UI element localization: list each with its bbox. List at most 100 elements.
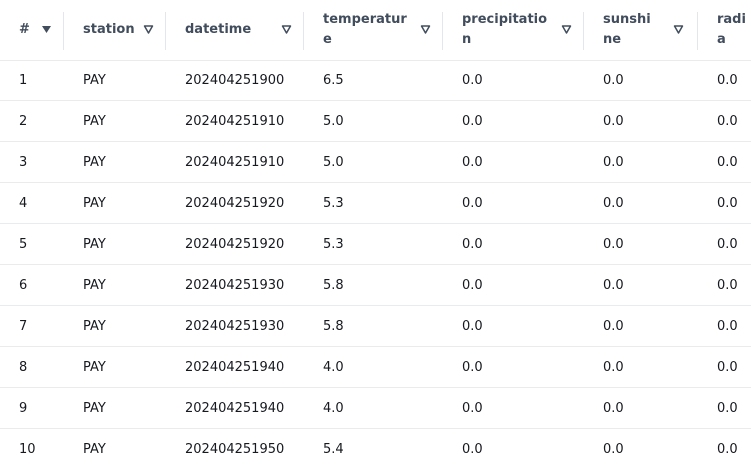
cell-datetime: 202404251920	[166, 182, 304, 224]
cell-datetime: 202404251940	[166, 346, 304, 388]
sort-icon[interactable]	[561, 24, 572, 35]
cell-radiation: 0.0	[698, 305, 751, 347]
cell-radiation: 0.0	[698, 182, 751, 224]
column-header-sunshine[interactable]: sunshine	[584, 0, 698, 61]
cell-datetime: 202404251910	[166, 141, 304, 183]
results-table-container: # station datetime temperature precipita…	[0, 0, 751, 468]
cell-datetime: 202404251940	[166, 387, 304, 429]
cell-row-number: 5	[0, 223, 64, 265]
column-header-label: sunshine	[603, 12, 651, 47]
cell-radiation: 0.0	[698, 60, 751, 101]
cell-radiation: 0.0	[698, 346, 751, 388]
cell-precipitation: 0.0	[443, 100, 584, 142]
cell-sunshine: 0.0	[584, 305, 698, 347]
column-header-radiation[interactable]: radia	[698, 0, 751, 61]
cell-temperature: 5.4	[304, 428, 443, 468]
cell-station: PAY	[64, 346, 166, 388]
cell-radiation: 0.0	[698, 387, 751, 429]
cell-datetime: 202404251920	[166, 223, 304, 265]
column-header-label: temperature	[323, 12, 407, 47]
cell-station: PAY	[64, 141, 166, 183]
cell-precipitation: 0.0	[443, 60, 584, 101]
column-header-label: #	[19, 22, 30, 37]
cell-datetime: 202404251930	[166, 305, 304, 347]
cell-station: PAY	[64, 264, 166, 306]
table-row[interactable]: 10 PAY 202404251950 5.4 0.0 0.0 0.0	[0, 428, 751, 468]
cell-row-number: 4	[0, 182, 64, 224]
table-row[interactable]: 5 PAY 202404251920 5.3 0.0 0.0 0.0	[0, 223, 751, 265]
table-row[interactable]: 7 PAY 202404251930 5.8 0.0 0.0 0.0	[0, 305, 751, 347]
cell-sunshine: 0.0	[584, 264, 698, 306]
table-row[interactable]: 3 PAY 202404251910 5.0 0.0 0.0 0.0	[0, 141, 751, 183]
cell-row-number: 10	[0, 428, 64, 468]
cell-station: PAY	[64, 428, 166, 468]
cell-temperature: 4.0	[304, 387, 443, 429]
cell-sunshine: 0.0	[584, 100, 698, 142]
cell-precipitation: 0.0	[443, 182, 584, 224]
column-header-temperature[interactable]: temperature	[304, 0, 443, 61]
cell-row-number: 2	[0, 100, 64, 142]
cell-radiation: 0.0	[698, 223, 751, 265]
cell-radiation: 0.0	[698, 141, 751, 183]
cell-datetime: 202404251900	[166, 60, 304, 101]
cell-sunshine: 0.0	[584, 387, 698, 429]
cell-sunshine: 0.0	[584, 428, 698, 468]
cell-datetime: 202404251950	[166, 428, 304, 468]
column-header-station[interactable]: station	[64, 0, 166, 61]
cell-sunshine: 0.0	[584, 223, 698, 265]
cell-station: PAY	[64, 305, 166, 347]
cell-station: PAY	[64, 223, 166, 265]
cell-precipitation: 0.0	[443, 141, 584, 183]
cell-datetime: 202404251910	[166, 100, 304, 142]
column-header-label: radia	[717, 12, 746, 47]
table-header: # station datetime temperature precipita…	[0, 0, 751, 61]
cell-radiation: 0.0	[698, 264, 751, 306]
column-header-datetime[interactable]: datetime	[166, 0, 304, 61]
cell-row-number: 1	[0, 60, 64, 101]
sort-icon[interactable]	[281, 24, 292, 35]
cell-radiation: 0.0	[698, 100, 751, 142]
cell-precipitation: 0.0	[443, 346, 584, 388]
table-row[interactable]: 6 PAY 202404251930 5.8 0.0 0.0 0.0	[0, 264, 751, 306]
cell-temperature: 4.0	[304, 346, 443, 388]
cell-temperature: 5.3	[304, 182, 443, 224]
header-row: # station datetime temperature precipita…	[0, 0, 751, 61]
sort-icon[interactable]	[420, 24, 431, 35]
cell-temperature: 5.8	[304, 264, 443, 306]
cell-precipitation: 0.0	[443, 387, 584, 429]
cell-station: PAY	[64, 60, 166, 101]
cell-temperature: 5.0	[304, 100, 443, 142]
cell-row-number: 7	[0, 305, 64, 347]
results-table: # station datetime temperature precipita…	[0, 0, 751, 468]
cell-row-number: 3	[0, 141, 64, 183]
cell-radiation: 0.0	[698, 428, 751, 468]
column-header-label: station	[83, 22, 135, 37]
cell-precipitation: 0.0	[443, 428, 584, 468]
cell-sunshine: 0.0	[584, 60, 698, 101]
table-row[interactable]: 1 PAY 202404251900 6.5 0.0 0.0 0.0	[0, 60, 751, 101]
cell-row-number: 9	[0, 387, 64, 429]
sort-icon[interactable]	[673, 24, 684, 35]
table-row[interactable]: 2 PAY 202404251910 5.0 0.0 0.0 0.0	[0, 100, 751, 142]
cell-sunshine: 0.0	[584, 141, 698, 183]
column-header-label: datetime	[185, 22, 252, 37]
cell-precipitation: 0.0	[443, 264, 584, 306]
table-row[interactable]: 4 PAY 202404251920 5.3 0.0 0.0 0.0	[0, 182, 751, 224]
cell-precipitation: 0.0	[443, 305, 584, 347]
cell-temperature: 5.3	[304, 223, 443, 265]
cell-temperature: 5.8	[304, 305, 443, 347]
cell-precipitation: 0.0	[443, 223, 584, 265]
cell-datetime: 202404251930	[166, 264, 304, 306]
cell-station: PAY	[64, 182, 166, 224]
cell-temperature: 6.5	[304, 60, 443, 101]
table-row[interactable]: 8 PAY 202404251940 4.0 0.0 0.0 0.0	[0, 346, 751, 388]
column-header-row-number[interactable]: #	[0, 0, 64, 61]
column-header-precipitation[interactable]: precipitation	[443, 0, 584, 61]
table-row[interactable]: 9 PAY 202404251940 4.0 0.0 0.0 0.0	[0, 387, 751, 429]
cell-temperature: 5.0	[304, 141, 443, 183]
sort-descending-icon[interactable]	[41, 24, 52, 35]
sort-icon[interactable]	[143, 24, 154, 35]
cell-station: PAY	[64, 387, 166, 429]
cell-row-number: 8	[0, 346, 64, 388]
cell-sunshine: 0.0	[584, 346, 698, 388]
